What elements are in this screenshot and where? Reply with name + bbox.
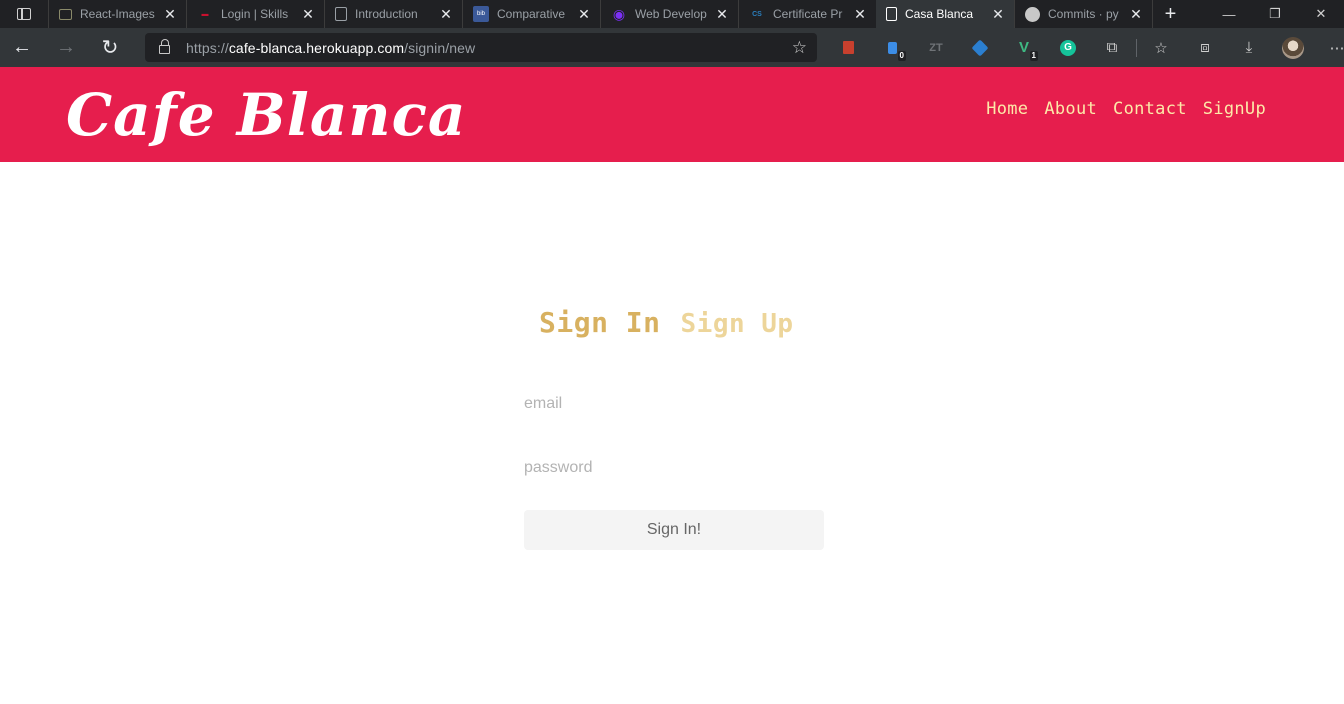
url-text[interactable]: https://cafe-blanca.herokuapp.com/signin… [186, 40, 475, 56]
sign-in-button[interactable]: Sign In! [524, 510, 824, 550]
add-favorite-icon[interactable]: ☆ [792, 38, 807, 58]
extensions-area: 0 ZT V1 G ⧉ ☆ ⧈ ⤓ ⋯ [826, 28, 1344, 67]
nav-signup-link[interactable]: SignUp [1203, 99, 1266, 119]
close-icon[interactable]: ✕ [438, 6, 454, 23]
arrow-left-icon: ← [12, 36, 32, 58]
reload-button[interactable]: ↻ [88, 28, 132, 67]
nav-contact-link[interactable]: Contact [1113, 99, 1187, 119]
close-icon[interactable]: ✕ [1128, 6, 1144, 23]
github-icon [1025, 6, 1040, 22]
favorites-icon[interactable]: ☆ [1139, 28, 1183, 67]
close-window-icon[interactable]: ✕ [1298, 0, 1344, 28]
browser-tab[interactable]: bib Comparative ✕ [462, 0, 600, 28]
close-icon[interactable]: ✕ [852, 6, 868, 23]
collections-icon[interactable]: ⧈ [1183, 28, 1227, 67]
nav-home-link[interactable]: Home [986, 99, 1028, 119]
plus-icon: + [1164, 2, 1177, 25]
browser-toolbar: ← → ↻ https://cafe-blanca.herokuapp.com/… [0, 28, 1344, 67]
close-icon[interactable]: ✕ [714, 6, 730, 23]
close-icon[interactable]: ✕ [162, 6, 178, 23]
document-icon [335, 7, 347, 21]
site-nav: Home About Contact SignUp [986, 99, 1266, 119]
window-controls: — ❐ ✕ [1206, 0, 1344, 28]
page-icon [886, 7, 897, 21]
bib-icon: bib [473, 6, 489, 22]
arrow-right-icon: → [56, 36, 76, 58]
back-button[interactable]: ← [0, 28, 44, 67]
url-host: cafe-blanca.herokuapp.com [228, 39, 405, 56]
cs-edu-icon: CS [752, 10, 762, 18]
minimize-icon[interactable]: — [1206, 0, 1252, 28]
browser-tab-strip: React-Images ✕ ▬ Login | Skills ✕ Introd… [0, 0, 1344, 28]
forward-button[interactable]: → [44, 28, 88, 67]
new-tab-button[interactable]: + [1152, 0, 1188, 28]
tab-title: Introduction [355, 7, 418, 21]
url-path: /signin/new [404, 39, 476, 56]
eye-icon: ◉ [612, 5, 626, 22]
browser-tab-active[interactable]: Casa Blanca ✕ [876, 0, 1014, 28]
browser-tab[interactable]: ◉ Web Develop ✕ [600, 0, 738, 28]
url-scheme: https:// [186, 39, 229, 56]
close-icon[interactable]: ✕ [990, 6, 1006, 23]
vue-devtools-icon[interactable]: V1 [1002, 28, 1046, 67]
tab-title: React-Images [80, 7, 155, 21]
more-menu-icon[interactable]: ⋯ [1315, 28, 1344, 67]
skills-icon: ▬ [201, 10, 209, 18]
browser-tab[interactable]: React-Images ✕ [48, 0, 186, 28]
tab-actions-icon [17, 8, 31, 20]
site-logo[interactable]: Cafe Blanca [66, 77, 467, 153]
shield-extension-icon[interactable] [958, 28, 1002, 67]
browser-tab[interactable]: ▬ Login | Skills ✕ [186, 0, 324, 28]
nav-about-link[interactable]: About [1044, 99, 1097, 119]
restore-icon[interactable]: ❐ [1252, 0, 1298, 28]
extension-badge: 0 [897, 51, 906, 61]
auth-tabs: Sign In Sign Up [539, 306, 794, 339]
avatar [1282, 36, 1304, 59]
lock-icon[interactable] [159, 39, 170, 54]
browser-tab[interactable]: CS Certificate Pr ✕ [738, 0, 876, 28]
password-manager-icon[interactable]: 0 [870, 28, 914, 67]
image-stack-icon [59, 8, 72, 20]
tab-title: Commits · py [1048, 7, 1119, 21]
tab-title: Comparative [497, 7, 566, 21]
tab-title: Casa Blanca [905, 7, 974, 21]
close-icon[interactable]: ✕ [576, 6, 592, 23]
extension-badge: 1 [1029, 51, 1038, 61]
tab-sign-up[interactable]: Sign Up [681, 309, 794, 339]
tab-title: Login | Skills [221, 7, 289, 21]
puzzle-extensions-icon[interactable]: ⧉ [1090, 28, 1134, 67]
tab-sign-in[interactable]: Sign In [539, 306, 661, 339]
reload-icon: ↻ [101, 37, 119, 59]
tab-actions-button[interactable] [0, 0, 48, 28]
email-field[interactable] [524, 390, 824, 418]
password-field[interactable] [524, 454, 824, 482]
browser-tab[interactable]: Commits · py ✕ [1014, 0, 1152, 28]
browser-tab[interactable]: Introduction ✕ [324, 0, 462, 28]
toolbar-separator [1136, 38, 1137, 57]
tab-title: Certificate Pr [773, 7, 843, 21]
grammarly-icon[interactable]: G [1046, 28, 1090, 67]
downloads-icon[interactable]: ⤓ [1227, 28, 1271, 67]
address-bar[interactable]: https://cafe-blanca.herokuapp.com/signin… [145, 33, 817, 62]
profile-avatar[interactable] [1271, 28, 1315, 67]
tab-title: Web Develop [635, 7, 707, 21]
close-icon[interactable]: ✕ [300, 6, 316, 23]
zotero-icon[interactable]: ZT [914, 28, 958, 67]
bookmark-extension-icon[interactable] [826, 28, 870, 67]
site-header: Cafe Blanca Home About Contact SignUp [0, 67, 1344, 162]
